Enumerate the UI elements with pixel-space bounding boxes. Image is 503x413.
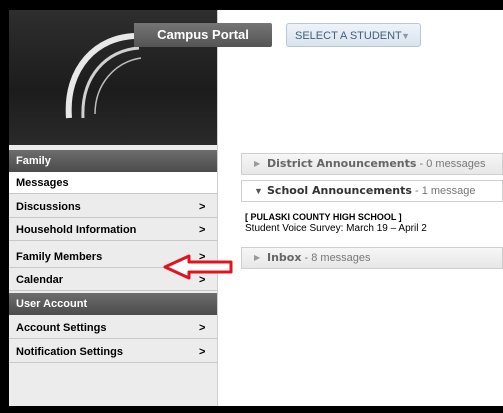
inbox-panel[interactable]: ▶ Inbox - 8 messages [241, 247, 503, 269]
portal-title: Campus Portal [134, 23, 272, 47]
sidebar-section-family: Family [9, 150, 217, 172]
school-announcements-panel[interactable]: ▼ School Announcements - 1 message [241, 180, 503, 202]
message-count: - 1 message [411, 185, 476, 197]
sidebar-section-user-account: User Account [9, 293, 217, 315]
chevron-right-icon: > [199, 346, 206, 358]
chevron-right-icon: > [199, 201, 206, 213]
sidebar-item-label: Account Settings [16, 322, 107, 334]
panel-title: District Announcements [267, 157, 417, 170]
sidebar-item-label: Discussions [16, 201, 81, 213]
select-student-button[interactable]: SELECT A STUDENT ▼ [286, 23, 421, 47]
panel-title: Inbox [267, 251, 302, 264]
sidebar-item-label: Notification Settings [16, 346, 123, 358]
sidebar-item-messages[interactable]: Messages [9, 172, 217, 194]
sidebar-item-label: Household Information [16, 224, 137, 236]
sidebar-item-account-settings[interactable]: Account Settings > [9, 317, 217, 339]
portal-window: Campus Portal SELECT A STUDENT ▼ Family … [9, 10, 503, 406]
chevron-right-icon: > [199, 224, 206, 236]
district-announcements-panel[interactable]: ▶ District Announcements - 0 messages [241, 153, 503, 175]
sidebar-item-discussions[interactable]: Discussions > [9, 196, 217, 218]
collapse-triangle-icon: ▼ [254, 186, 263, 196]
sidebar-item-label: Family Members [16, 251, 103, 263]
sidebar-item-notification-settings[interactable]: Notification Settings > [9, 341, 217, 363]
expand-triangle-icon: ▶ [254, 159, 261, 168]
select-student-label: SELECT A STUDENT [295, 30, 402, 42]
sidebar-item-household-information[interactable]: Household Information > [9, 219, 217, 241]
sidebar-item-label: Calendar [16, 274, 64, 286]
annotation-arrow-icon [163, 254, 233, 280]
sidebar-item-label: Messages [16, 177, 69, 189]
panel-title: School Announcements [267, 184, 412, 197]
message-count: - 8 messages [301, 252, 371, 264]
announcement-link[interactable]: Student Voice Survey: March 19 – April 2 [245, 223, 427, 234]
dropdown-caret-icon: ▼ [401, 31, 410, 41]
chevron-right-icon: > [199, 322, 206, 334]
screenshot-frame: Campus Portal SELECT A STUDENT ▼ Family … [0, 0, 503, 413]
expand-triangle-icon: ▶ [254, 253, 261, 262]
message-count: - 0 messages [416, 158, 486, 170]
announcement-school-name: [ PULASKI COUNTY HIGH SCHOOL ] [245, 212, 402, 222]
